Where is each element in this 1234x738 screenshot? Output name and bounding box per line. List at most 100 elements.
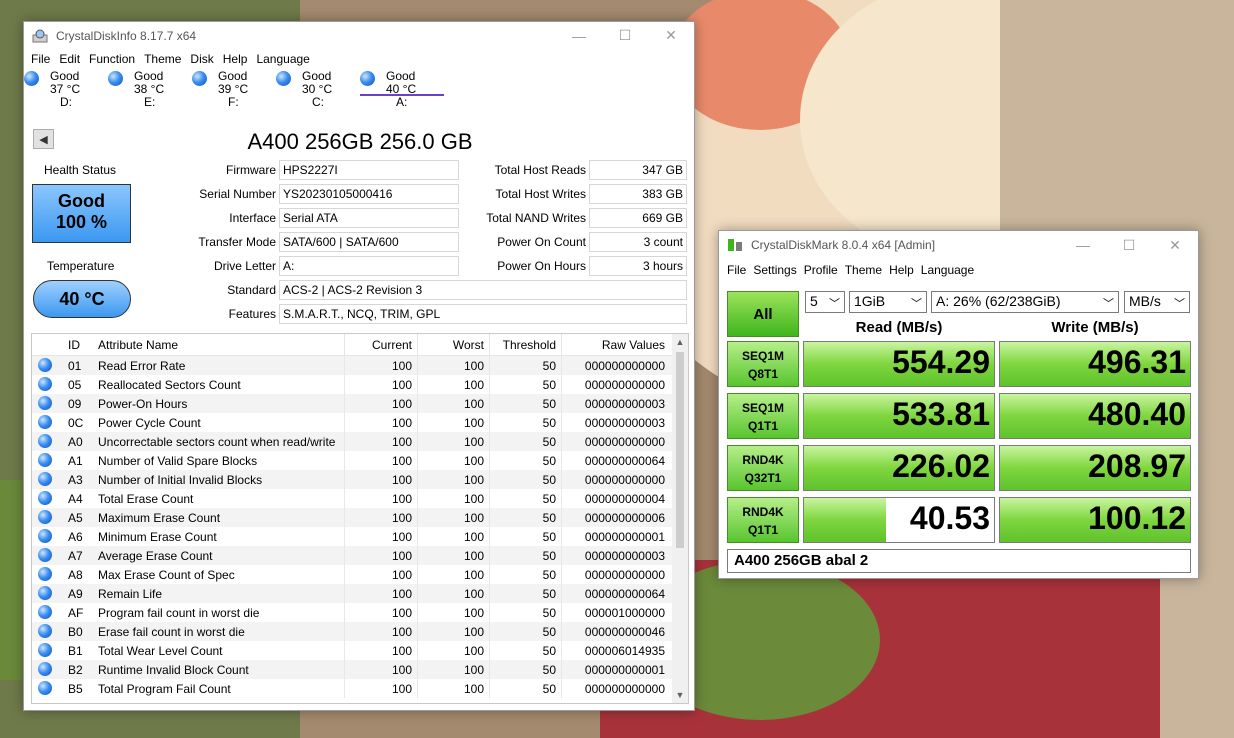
test-size-select[interactable]: 1GiB ﹀ — [849, 291, 927, 313]
run-all-button[interactable]: All — [727, 291, 799, 337]
test-button-2[interactable]: RND4K Q32T1 — [727, 445, 799, 491]
close-icon[interactable]: ✕ — [648, 22, 694, 49]
table-row[interactable]: A7 Average Erase Count 100 100 50 00000000000… — [32, 546, 688, 565]
status-dot-cell — [32, 508, 63, 527]
attr-name: Maximum Erase Count — [93, 508, 345, 527]
header-threshold[interactable]: Threshold — [490, 334, 562, 355]
menu-settings[interactable]: Settings — [753, 263, 796, 277]
test-button-3[interactable]: RND4K Q1T1 — [727, 497, 799, 543]
header-raw-values[interactable]: Raw Values — [562, 334, 670, 355]
header-current[interactable]: Current — [345, 334, 418, 355]
table-row[interactable]: 09 Power-On Hours 100 100 50 000000000003 — [32, 394, 688, 413]
table-row[interactable]: B5 Total Program Fail Count 100 100 50 000000… — [32, 679, 688, 698]
attr-worst: 100 — [418, 394, 490, 413]
attr-current: 100 — [345, 679, 418, 698]
test-count-select[interactable]: 5 ﹀ — [805, 291, 845, 313]
menu-language[interactable]: Language — [921, 263, 974, 277]
status-dot-icon — [38, 377, 52, 391]
attr-raw: 000000000000 — [584, 435, 665, 449]
menu-disk[interactable]: Disk — [190, 52, 213, 66]
test-count-value: 5 — [810, 293, 818, 309]
status-dot-icon — [38, 586, 52, 600]
scroll-down-icon[interactable]: ▼ — [672, 687, 688, 703]
table-row[interactable]: 0C Power Cycle Count 100 100 50 000000000003 — [32, 413, 688, 432]
attr-raw: 000000000000 — [584, 359, 665, 373]
status-ball-icon — [24, 71, 39, 86]
table-row[interactable]: A5 Maximum Erase Count 100 100 50 00000000000… — [32, 508, 688, 527]
header-attribute-name[interactable]: Attribute Name — [93, 334, 345, 355]
table-row[interactable]: A8 Max Erase Count of Spec 100 100 50 0000000… — [32, 565, 688, 584]
crystaldiskmark-window: CrystalDiskMark 8.0.4 x64 [Admin] — ☐ ✕ … — [718, 230, 1199, 579]
attr-raw: 000000000003 — [584, 397, 665, 411]
comment-field[interactable]: A400 256GB abal 2 — [727, 549, 1191, 573]
attr-name: Minimum Erase Count — [93, 527, 345, 546]
status-dot-cell — [32, 546, 63, 565]
table-row[interactable]: B2 Runtime Invalid Block Count 100 100 50 000… — [32, 660, 688, 679]
table-row[interactable]: AF Program fail count in worst die 100 100 5… — [32, 603, 688, 622]
menu-help[interactable]: Help — [889, 263, 914, 277]
read-result-3: 40.53 — [803, 497, 995, 543]
table-row[interactable]: B0 Erase fail count in worst die 100 100 50 0… — [32, 622, 688, 641]
table-row[interactable]: B1 Total Wear Level Count 100 100 50 00000601… — [32, 641, 688, 660]
menu-function[interactable]: Function — [89, 52, 135, 66]
status-dot-icon — [38, 662, 52, 676]
menu-language[interactable]: Language — [256, 52, 309, 66]
read-speed-value: 226.02 — [892, 448, 990, 484]
minimize-icon[interactable]: — — [556, 22, 602, 49]
table-row[interactable]: A9 Remain Life 100 100 50 000000000064 — [32, 584, 688, 603]
disk-tab-a[interactable]: Good 40 °C A: — [360, 69, 444, 109]
attr-id: 09 — [68, 397, 82, 411]
status-dot-cell — [32, 679, 63, 698]
menu-file[interactable]: File — [727, 263, 746, 277]
status-dot-icon — [38, 358, 52, 372]
attr-raw: 000000000064 — [584, 454, 665, 468]
disk-tab-c[interactable]: Good 30 °C C: — [276, 69, 360, 109]
table-row[interactable]: A3 Number of Initial Invalid Blocks 100 100… — [32, 470, 688, 489]
status-dot-icon — [38, 434, 52, 448]
maximize-icon[interactable]: ☐ — [1106, 232, 1152, 259]
maximize-icon[interactable]: ☐ — [602, 22, 648, 49]
drive-letter-field: A: — [279, 256, 459, 276]
attr-threshold: 50 — [490, 679, 562, 698]
header-worst[interactable]: Worst — [418, 334, 490, 355]
attr-raw: 000000000000 — [584, 473, 665, 487]
menu-help[interactable]: Help — [223, 52, 248, 66]
temperature-badge[interactable]: 40 °C — [33, 280, 131, 318]
test-button-0[interactable]: SEQ1M Q8T1 — [727, 341, 799, 387]
unit-select[interactable]: MB/s ﹀ — [1124, 291, 1190, 313]
table-row[interactable]: A4 Total Erase Count 100 100 50 000000000004 — [32, 489, 688, 508]
host-reads-field: 347 GB — [589, 160, 687, 180]
test-size-value: 1GiB — [854, 293, 886, 309]
disk-tab-e[interactable]: Good 38 °C E: — [108, 69, 192, 109]
header-icon-col — [32, 334, 63, 355]
disk-tab-f[interactable]: Good 39 °C F: — [192, 69, 276, 109]
menu-theme[interactable]: Theme — [144, 52, 181, 66]
attr-name: Number of Initial Invalid Blocks — [93, 470, 345, 489]
drive-select[interactable]: A: 26% (62/238GiB) ﹀ — [931, 291, 1119, 313]
table-row[interactable]: 05 Reallocated Sectors Count 100 100 50 00000… — [32, 375, 688, 394]
scroll-thumb[interactable] — [676, 352, 684, 548]
scroll-up-icon[interactable]: ▲ — [672, 334, 688, 350]
status-dot-cell — [32, 527, 63, 546]
table-row[interactable]: A0 Uncorrectable sectors count when read/… — [32, 432, 688, 451]
table-row[interactable]: A1 Number of Valid Spare Blocks 100 100 50 00… — [32, 451, 688, 470]
table-row[interactable]: 01 Read Error Rate 100 100 50 000000000000 — [32, 356, 688, 375]
table-row[interactable]: A6 Minimum Erase Count 100 100 50 00000000000… — [32, 527, 688, 546]
table-scrollbar[interactable]: ▲ ▼ — [672, 334, 688, 703]
minimize-icon[interactable]: — — [1060, 232, 1106, 259]
cdi-title: CrystalDiskInfo 8.17.7 x64 — [56, 28, 197, 43]
attr-id: B2 — [68, 663, 83, 677]
menu-theme[interactable]: Theme — [845, 263, 882, 277]
close-icon[interactable]: ✕ — [1152, 232, 1198, 259]
menu-profile[interactable]: Profile — [804, 263, 838, 277]
health-status-badge[interactable]: Good 100 % — [32, 184, 131, 243]
disk-letter: E: — [144, 95, 156, 109]
menu-edit[interactable]: Edit — [59, 52, 80, 66]
test-button-1[interactable]: SEQ1M Q1T1 — [727, 393, 799, 439]
menu-file[interactable]: File — [31, 52, 50, 66]
attr-worst: 100 — [418, 603, 490, 622]
disk-tab-d[interactable]: Good 37 °C D: — [24, 69, 108, 109]
header-id[interactable]: ID — [63, 334, 93, 355]
attr-raw: 000000000000 — [584, 568, 665, 582]
standard-label: Standard — [227, 283, 276, 297]
